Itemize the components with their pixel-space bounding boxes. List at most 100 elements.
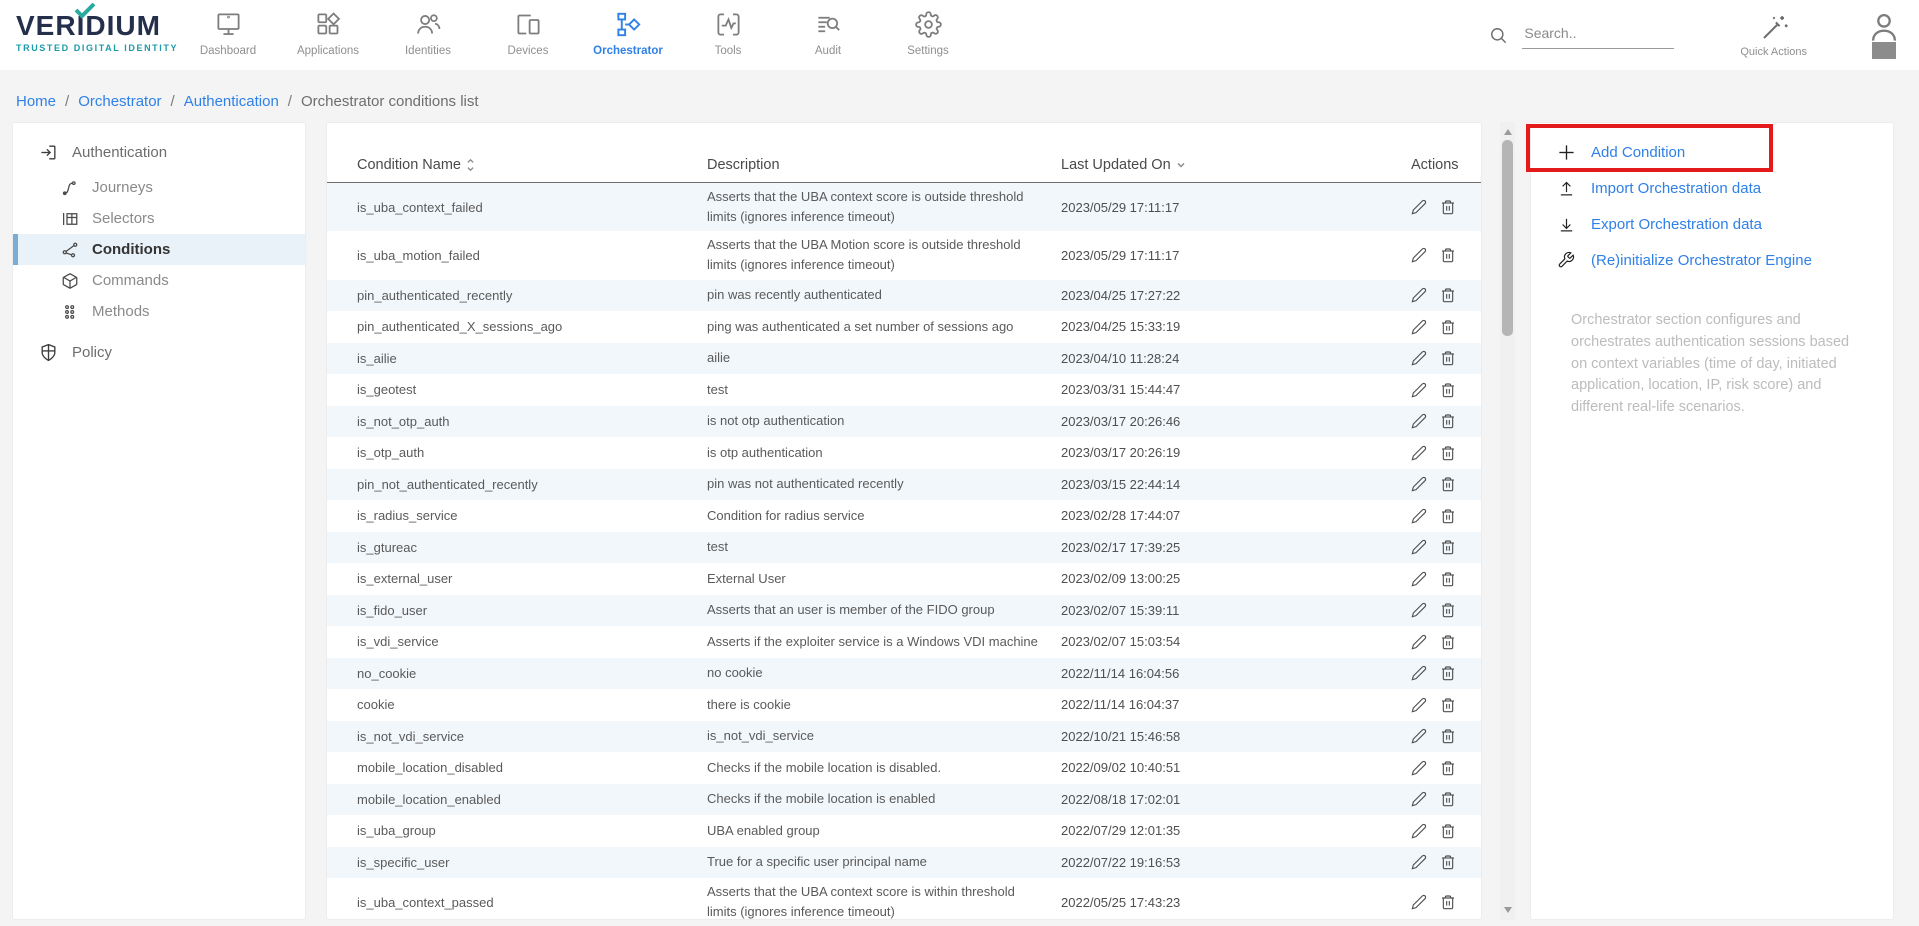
column-header-condition-name[interactable]: Condition Name: [357, 157, 707, 173]
sidebar-item-selectors[interactable]: Selectors: [13, 203, 305, 234]
delete-icon[interactable]: [1440, 728, 1456, 744]
delete-icon[interactable]: [1440, 760, 1456, 776]
edit-icon[interactable]: [1411, 382, 1427, 398]
edit-icon[interactable]: [1411, 319, 1427, 335]
delete-icon[interactable]: [1440, 823, 1456, 839]
nav-item-orchestrator[interactable]: Orchestrator: [578, 8, 678, 57]
search-input[interactable]: [1522, 21, 1674, 49]
description-cell: ping was authenticated a set number of s…: [707, 313, 1061, 341]
column-header-description[interactable]: Description: [707, 157, 1061, 173]
sidebar-item-conditions[interactable]: Conditions: [13, 234, 305, 265]
delete-icon[interactable]: [1440, 382, 1456, 398]
nav-item-tools[interactable]: Tools: [678, 8, 778, 57]
edit-icon[interactable]: [1411, 350, 1427, 366]
sidebar-section-authentication[interactable]: Authentication: [13, 123, 305, 172]
breadcrumb-orchestrator[interactable]: Orchestrator: [78, 93, 161, 110]
scrollbar-up-arrow[interactable]: [1504, 129, 1512, 135]
condition-name-cell: is_gtureac: [357, 540, 707, 555]
edit-icon[interactable]: [1411, 445, 1427, 461]
nav-item-devices[interactable]: Devices: [478, 8, 578, 57]
nav-item-identities[interactable]: Identities: [378, 8, 478, 57]
delete-icon[interactable]: [1440, 602, 1456, 618]
add-condition-button[interactable]: Add Condition: [1531, 134, 1893, 170]
export-orchestration-button[interactable]: Export Orchestration data: [1531, 206, 1893, 242]
description-cell: Asserts that the UBA Motion score is out…: [707, 231, 1061, 279]
nav-item-audit[interactable]: Audit: [778, 8, 878, 57]
reinitialize-engine-button[interactable]: (Re)initialize Orchestrator Engine: [1531, 242, 1893, 278]
search-icon[interactable]: [1489, 26, 1508, 45]
table-row: is_specific_user True for a specific use…: [327, 847, 1481, 879]
edit-icon[interactable]: [1411, 539, 1427, 555]
edit-icon[interactable]: [1411, 760, 1427, 776]
scrollbar-down-arrow[interactable]: [1504, 907, 1512, 913]
quick-actions-button[interactable]: Quick Actions: [1740, 13, 1807, 58]
delete-icon[interactable]: [1440, 445, 1456, 461]
sidebar-item-methods[interactable]: Methods: [13, 296, 305, 327]
delete-icon[interactable]: [1440, 539, 1456, 555]
table-row: pin_authenticated_recently pin was recen…: [327, 280, 1481, 312]
edit-icon[interactable]: [1411, 697, 1427, 713]
delete-icon[interactable]: [1440, 413, 1456, 429]
table-scrollbar[interactable]: [1500, 122, 1515, 920]
row-actions-cell: [1411, 413, 1481, 429]
delete-icon[interactable]: [1440, 287, 1456, 303]
delete-icon[interactable]: [1440, 665, 1456, 681]
edit-icon[interactable]: [1411, 728, 1427, 744]
monitor-icon: [215, 8, 242, 40]
sidebar-item-commands[interactable]: Commands: [13, 265, 305, 296]
description-cell: pin was recently authenticated: [707, 281, 1061, 309]
row-actions-cell: [1411, 571, 1481, 587]
edit-icon[interactable]: [1411, 508, 1427, 524]
delete-icon[interactable]: [1440, 697, 1456, 713]
delete-icon[interactable]: [1440, 634, 1456, 650]
edit-icon[interactable]: [1411, 571, 1427, 587]
edit-icon[interactable]: [1411, 199, 1427, 215]
edit-icon[interactable]: [1411, 894, 1427, 910]
edit-icon[interactable]: [1411, 634, 1427, 650]
description-cell: is not otp authentication: [707, 407, 1061, 435]
branch-icon: [61, 241, 79, 259]
edit-icon[interactable]: [1411, 823, 1427, 839]
edit-icon[interactable]: [1411, 665, 1427, 681]
sidebar-section-policy[interactable]: Policy: [13, 327, 305, 372]
table-row: is_fido_user Asserts that an user is mem…: [327, 595, 1481, 627]
sidebar-item-journeys[interactable]: Journeys: [13, 172, 305, 203]
conditions-table: Condition Name Description Last Updated …: [326, 122, 1482, 920]
delete-icon[interactable]: [1440, 791, 1456, 807]
delete-icon[interactable]: [1440, 476, 1456, 492]
updated-cell: 2023/03/15 22:44:14: [1061, 477, 1411, 492]
table-row: is_external_user External User 2023/02/0…: [327, 563, 1481, 595]
delete-icon[interactable]: [1440, 571, 1456, 587]
sidebar-section-label: Policy: [72, 344, 112, 361]
nav-item-settings[interactable]: Settings: [878, 8, 978, 57]
nav-item-applications[interactable]: Applications: [278, 8, 378, 57]
row-actions-cell: [1411, 508, 1481, 524]
veridium-logo[interactable]: VERIDIUM TRUSTED DIGITAL IDENTITY: [16, 10, 196, 53]
scrollbar-thumb[interactable]: [1502, 140, 1513, 336]
column-header-last-updated[interactable]: Last Updated On: [1061, 157, 1411, 173]
description-cell: test: [707, 533, 1061, 561]
breadcrumb-authentication[interactable]: Authentication: [184, 93, 279, 110]
row-actions-cell: [1411, 728, 1481, 744]
edit-icon[interactable]: [1411, 476, 1427, 492]
delete-icon[interactable]: [1440, 854, 1456, 870]
user-avatar[interactable]: [1867, 12, 1901, 59]
edit-icon[interactable]: [1411, 791, 1427, 807]
delete-icon[interactable]: [1440, 508, 1456, 524]
edit-icon[interactable]: [1411, 287, 1427, 303]
delete-icon[interactable]: [1440, 894, 1456, 910]
nav-item-dashboard[interactable]: Dashboard: [178, 8, 278, 57]
delete-icon[interactable]: [1440, 247, 1456, 263]
updated-cell: 2023/02/28 17:44:07: [1061, 508, 1411, 523]
edit-icon[interactable]: [1411, 247, 1427, 263]
edit-icon[interactable]: [1411, 602, 1427, 618]
delete-icon[interactable]: [1440, 350, 1456, 366]
delete-icon[interactable]: [1440, 199, 1456, 215]
breadcrumb-home[interactable]: Home: [16, 93, 56, 110]
updated-cell: 2023/03/17 20:26:19: [1061, 445, 1411, 460]
login-icon: [39, 143, 58, 162]
edit-icon[interactable]: [1411, 854, 1427, 870]
import-orchestration-button[interactable]: Import Orchestration data: [1531, 170, 1893, 206]
delete-icon[interactable]: [1440, 319, 1456, 335]
edit-icon[interactable]: [1411, 413, 1427, 429]
